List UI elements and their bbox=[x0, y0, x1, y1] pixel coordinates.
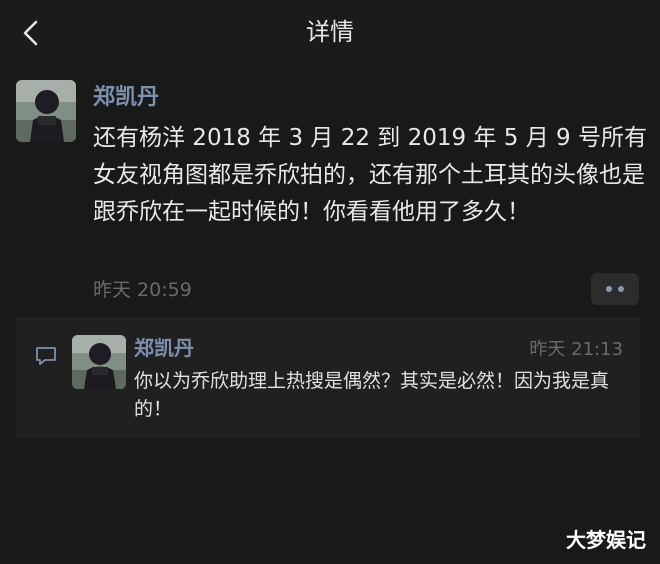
avatar-photo-icon bbox=[72, 335, 126, 389]
comment-bubble-icon bbox=[34, 345, 58, 367]
post-author-name[interactable]: 郑凯丹 bbox=[93, 83, 159, 113]
moments-detail-screen: 详情 郑凯丹 还有杨洋 2018 年 3 月 22 到 2019 年 5 月 9… bbox=[0, 0, 660, 564]
watermark: 大梦娱记 bbox=[566, 528, 646, 552]
comment-content: 你以为乔欣助理上热搜是偶然？其实是必然！因为我是真的！ bbox=[134, 370, 610, 420]
post-content: 还有杨洋 2018 年 3 月 22 到 2019 年 5 月 9 号所有女友视… bbox=[93, 125, 647, 225]
page-title: 详情 bbox=[306, 18, 354, 46]
comment-avatar[interactable] bbox=[72, 335, 126, 389]
more-actions-button[interactable] bbox=[591, 273, 639, 305]
more-dots-icon bbox=[606, 286, 612, 292]
avatar-photo-icon bbox=[16, 80, 76, 142]
more-dots-icon bbox=[618, 286, 624, 292]
navigation-bar: 详情 bbox=[0, 0, 660, 66]
comment-author-name[interactable]: 郑凯丹 bbox=[134, 334, 194, 362]
post-timestamp: 昨天 20:59 bbox=[93, 279, 192, 301]
avatar[interactable] bbox=[16, 80, 76, 142]
comments-panel: 郑凯丹 昨天 21:13 你以为乔欣助理上热搜是偶然？其实是必然！因为我是真的！ bbox=[16, 317, 640, 439]
comment-timestamp: 昨天 21:13 bbox=[529, 339, 623, 360]
